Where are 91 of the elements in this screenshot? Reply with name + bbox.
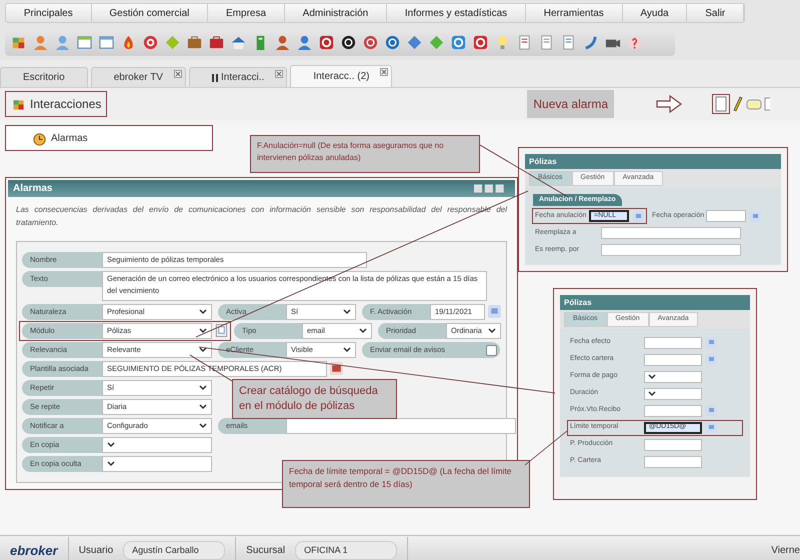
tab[interactable]: Interacci.. xyxy=(188,67,288,87)
sidebar-label: Alarmas xyxy=(51,132,88,146)
branch-label: Sucursal xyxy=(246,544,286,558)
catalog-icon[interactable] xyxy=(215,324,228,337)
menu-item[interactable]: Salir xyxy=(687,4,744,22)
window-icon[interactable] xyxy=(76,34,93,50)
logo: ebroker xyxy=(10,542,58,560)
caret-icon xyxy=(199,328,207,334)
menu-item[interactable]: Empresa xyxy=(208,4,285,22)
menu-item[interactable]: Herramientas xyxy=(526,4,623,22)
text-field[interactable] xyxy=(601,227,741,239)
date-field[interactable] xyxy=(706,210,746,222)
tab[interactable]: ebroker TV xyxy=(90,67,186,87)
caret-icon xyxy=(359,328,367,334)
coin-icon[interactable] xyxy=(340,34,357,50)
calendar-icon[interactable] xyxy=(706,422,717,433)
caret-icon xyxy=(648,374,656,380)
user-label: Usuario xyxy=(78,544,114,558)
app-tile-icon[interactable] xyxy=(318,34,335,50)
diamond-icon[interactable] xyxy=(406,34,423,50)
close-icon[interactable] xyxy=(275,70,284,78)
date-text: Vierne xyxy=(771,544,800,558)
menu-item[interactable]: Ayuda xyxy=(622,4,688,22)
dropdown[interactable] xyxy=(644,370,702,382)
sidebar-item[interactable]: Alarmas xyxy=(5,125,213,151)
arrow-icon xyxy=(656,95,682,113)
caret-icon xyxy=(199,309,207,315)
calendar-icon[interactable] xyxy=(706,337,717,348)
pause-icon xyxy=(212,74,218,82)
date-field[interactable] xyxy=(644,354,702,366)
person-icon[interactable] xyxy=(296,34,313,50)
panel-title: Pólizas xyxy=(560,295,750,310)
new-alarm-hint: Nueva alarma xyxy=(527,90,614,118)
caret-icon xyxy=(343,309,351,315)
text-field[interactable] xyxy=(644,438,702,450)
caret-icon xyxy=(107,461,115,467)
caret-icon xyxy=(343,347,351,353)
menu-item[interactable]: Principales xyxy=(6,4,92,22)
new-document-icon[interactable] xyxy=(712,94,730,114)
person-icon[interactable] xyxy=(54,34,71,50)
close-icon[interactable] xyxy=(380,68,388,76)
menu-item[interactable]: Administración xyxy=(284,4,388,22)
caret-icon xyxy=(488,328,496,334)
branch-field: OFICINA 1 xyxy=(295,540,398,560)
text-field[interactable] xyxy=(286,418,516,434)
person-icon[interactable] xyxy=(32,34,49,50)
briefcase-icon[interactable] xyxy=(208,34,225,50)
app-tile-icon[interactable] xyxy=(472,34,489,50)
pencil-icon[interactable] xyxy=(732,95,744,113)
target-icon[interactable] xyxy=(142,34,159,50)
caret-icon xyxy=(648,390,656,396)
panel-title: Alarmas xyxy=(13,182,52,196)
window-icon[interactable] xyxy=(98,34,115,50)
callout-note: F.Anulación=null (De esta forma aseguramos que no intervienen pólizas anuladas) xyxy=(250,135,480,173)
user-field: Agustín Carballo xyxy=(123,540,226,560)
menu-item[interactable]: Gestión comercial xyxy=(92,4,208,22)
calendar-icon[interactable] xyxy=(750,210,761,222)
help-icon[interactable] xyxy=(626,34,643,50)
caret-icon xyxy=(199,347,207,353)
text-field[interactable] xyxy=(644,456,702,468)
briefcase-icon[interactable] xyxy=(186,34,203,50)
caret-icon xyxy=(199,404,207,410)
caret-icon xyxy=(199,423,207,429)
diamond-icon[interactable] xyxy=(428,34,445,50)
calendar-icon[interactable] xyxy=(488,305,501,318)
date-field[interactable] xyxy=(644,404,702,416)
template-icon[interactable] xyxy=(330,362,343,375)
calendar-icon[interactable] xyxy=(633,210,644,222)
app-tile-icon[interactable] xyxy=(450,34,467,50)
panel-title: Pólizas xyxy=(525,154,781,169)
close-icon[interactable] xyxy=(174,70,182,78)
callout-note: Crear catálogo de búsqueda en el módulo de pólizas xyxy=(232,379,397,419)
date-field[interactable] xyxy=(644,336,702,348)
calendar-icon[interactable] xyxy=(706,354,717,365)
diamond-icon[interactable] xyxy=(164,34,181,50)
caret-icon xyxy=(107,442,115,448)
menu-item[interactable]: Informes y estadísticas xyxy=(387,4,526,22)
calendar-icon[interactable] xyxy=(706,405,717,416)
text-field[interactable] xyxy=(601,244,741,256)
module-title: Interacciones xyxy=(30,96,102,113)
caret-icon xyxy=(199,385,207,391)
dropdown[interactable] xyxy=(102,437,212,453)
leader-line xyxy=(524,430,568,466)
dropdown[interactable] xyxy=(644,388,702,400)
person-icon[interactable] xyxy=(274,34,291,50)
tab[interactable]: Escritorio xyxy=(0,67,88,87)
callout-note: Fecha de límite temporal = @DD15D@ (La fecha del límite temporal será dentro de 15 días) xyxy=(282,460,530,508)
checkbox[interactable] xyxy=(486,344,497,356)
dropdown[interactable] xyxy=(102,456,212,472)
document-icon[interactable] xyxy=(764,95,770,113)
tab[interactable]: Interacc.. (2) xyxy=(290,65,392,87)
